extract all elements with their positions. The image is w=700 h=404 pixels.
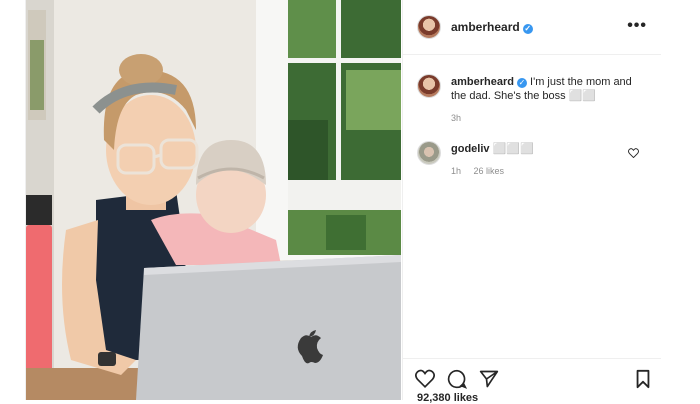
caption: amberheard ✓ I'm just the mom and the dad… [451,75,647,123]
comment: godeliv ⬜⬜⬜ 1h 26 likes [451,142,621,176]
author-avatar[interactable] [417,15,441,39]
comment-likes[interactable]: 26 likes [474,166,505,176]
comment-body: ⬜⬜⬜ [492,143,534,155]
comment-username[interactable]: godeliv [451,143,490,155]
caption-timestamp[interactable]: 3h [451,113,461,123]
comment-like-heart-icon[interactable] [628,148,639,158]
author-handle[interactable]: amberheard ✓ [451,20,533,34]
caption-avatar[interactable] [417,74,441,98]
post-photo[interactable] [26,0,401,400]
paper-plane-icon[interactable] [479,369,499,389]
commenter-avatar[interactable] [417,141,441,165]
post-image [26,0,401,400]
caption-text: amberheard ✓ I'm just the mom and the dad… [451,75,647,103]
post-details-panel: amberheard ✓ ••• amberheard ✓ I'm just the… [402,0,661,404]
more-options-icon[interactable]: ••• [627,17,647,35]
likes-count[interactable]: 92,380 likes [417,392,478,404]
author-username[interactable]: amberheard [451,20,520,34]
verified-badge-icon: ✓ [516,78,527,88]
caption-username[interactable]: amberheard [451,76,514,88]
verified-badge-icon: ✓ [522,24,533,34]
comment-text: godeliv ⬜⬜⬜ [451,142,621,156]
caption-meta: 3h [451,113,647,123]
instagram-post: amberheard ✓ ••• amberheard ✓ I'm just the… [25,0,661,404]
bookmark-icon[interactable] [635,369,651,389]
comment-bubble-icon[interactable] [447,369,467,389]
comment-timestamp[interactable]: 1h [451,166,461,176]
post-header: amberheard ✓ ••• [403,0,661,55]
heart-icon[interactable] [415,369,435,388]
comment-meta: 1h 26 likes [451,166,621,176]
